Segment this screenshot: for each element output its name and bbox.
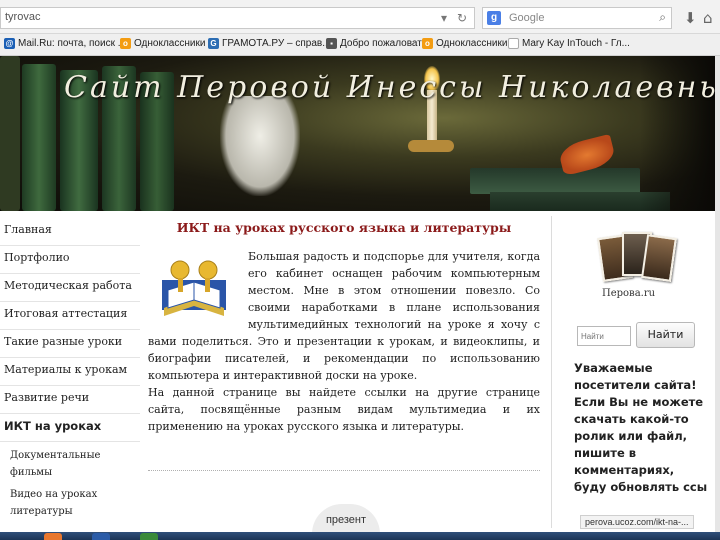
home-icon[interactable]: ⌂ bbox=[703, 9, 713, 27]
bookmark-gramota[interactable]: G ГРАМОТА.РУ – справ... bbox=[208, 38, 331, 49]
nav-item-portfolio[interactable]: Портфолио bbox=[0, 246, 140, 274]
site-search-input[interactable] bbox=[577, 326, 631, 346]
page-icon: ▪ bbox=[326, 38, 337, 49]
visitor-notice: Уважаемые посетители сайта! Если Вы не м… bbox=[574, 361, 708, 494]
bookmark-odnoklassniki[interactable]: o Одноклассники bbox=[120, 38, 205, 49]
column-divider bbox=[551, 216, 552, 528]
address-bar-url: tyrovac bbox=[5, 11, 41, 23]
nav-item-final-attestation[interactable]: Итоговая аттестация bbox=[0, 302, 140, 330]
google-icon: g bbox=[487, 11, 501, 25]
nav-item-speech-development[interactable]: Развитие речи bbox=[0, 386, 140, 414]
search-placeholder: Google bbox=[509, 12, 545, 24]
web-page: Сайт Перовой Инессы Николаевны Главная П… bbox=[0, 56, 720, 534]
bookmark-label: Одноклассники bbox=[134, 38, 206, 49]
bookmark-marykay[interactable]: Mary Kay InTouch - Гл... bbox=[508, 38, 630, 49]
bookmark-label: Mary Kay InTouch - Гл... bbox=[522, 38, 630, 49]
site-search-button[interactable]: Найти bbox=[636, 322, 695, 348]
page-icon bbox=[508, 38, 519, 49]
candlestick bbox=[408, 140, 454, 152]
firefox-icon[interactable] bbox=[44, 533, 62, 540]
writers-portraits bbox=[597, 232, 680, 294]
main-content: ИКТ на уроках русского языка и литератур… bbox=[148, 218, 540, 534]
dropdown-arrow-icon[interactable]: ▾ bbox=[441, 11, 447, 25]
app-icon[interactable] bbox=[140, 533, 158, 540]
os-taskbar bbox=[0, 532, 720, 540]
bookmark-label: Mail.Ru: почта, поиск ... bbox=[18, 38, 127, 49]
bookmark-odnoklassniki-2[interactable]: o Одноклассники bbox=[422, 38, 507, 49]
mailru-icon: @ bbox=[4, 38, 15, 49]
address-bar[interactable]: tyrovac ▾ ↻ bbox=[0, 7, 475, 29]
odnoklassniki-icon: o bbox=[120, 38, 131, 49]
left-navigation: Главная Портфолио Методическая работа Ит… bbox=[0, 218, 140, 520]
bookmark-mailru[interactable]: @ Mail.Ru: почта, поиск ... bbox=[4, 38, 126, 49]
reload-icon[interactable]: ↻ bbox=[457, 11, 467, 25]
bookmark-label: ГРАМОТА.РУ – справ... bbox=[222, 38, 331, 49]
dotted-divider bbox=[148, 470, 540, 471]
book-spine bbox=[0, 56, 20, 211]
nav-item-different-lessons[interactable]: Такие разные уроки bbox=[0, 330, 140, 358]
site-title: Сайт Перовой Инессы Николаевны bbox=[64, 70, 715, 105]
bookmarks-bar: @ Mail.Ru: почта, поиск ... o Одноклассн… bbox=[0, 34, 720, 56]
search-icon[interactable]: ⌕ bbox=[659, 10, 666, 25]
page-scrollbar[interactable] bbox=[715, 56, 720, 532]
book-stack bbox=[470, 168, 640, 194]
gramota-icon: G bbox=[208, 38, 219, 49]
presentation-button[interactable]: презент bbox=[312, 504, 380, 534]
site-domain-label: Перова.ru bbox=[602, 288, 656, 299]
nav-item-home[interactable]: Главная bbox=[0, 218, 140, 246]
odnoklassniki-icon: o bbox=[422, 38, 433, 49]
statue-figure bbox=[220, 96, 300, 196]
site-banner: Сайт Перовой Инессы Николаевны bbox=[0, 56, 715, 211]
nav-item-ikt-active[interactable]: ИКТ на уроках bbox=[0, 414, 140, 442]
download-icon[interactable]: ⬇ bbox=[684, 9, 697, 27]
book-reader-emblem-icon bbox=[162, 260, 226, 316]
search-box[interactable]: g Google ⌕ bbox=[482, 7, 672, 29]
nav-item-lesson-materials[interactable]: Материалы к урокам bbox=[0, 358, 140, 386]
page-title: ИКТ на уроках русского языка и литератур… bbox=[176, 220, 512, 235]
nav-item-methodical-work[interactable]: Методическая работа bbox=[0, 274, 140, 302]
nav-subitem-video-literature[interactable]: Видео на уроках литературы bbox=[0, 481, 100, 520]
word-icon[interactable] bbox=[92, 533, 110, 540]
bookmark-label: Добро пожаловать bbox=[340, 38, 428, 49]
browser-toolbar: tyrovac ▾ ↻ g Google ⌕ ⬇ ⌂ bbox=[0, 0, 720, 34]
portrait-photo bbox=[641, 234, 677, 282]
bookmark-label: Одноклассники bbox=[436, 38, 508, 49]
article-body: Большая радость и подспорье для учителя,… bbox=[148, 248, 540, 435]
link-status-tooltip: perova.ucoz.com/ikt-na-... bbox=[580, 515, 694, 529]
bookmark-welcome[interactable]: ▪ Добро пожаловать bbox=[326, 38, 427, 49]
book-spine bbox=[22, 64, 56, 211]
nav-subitem-documentaries[interactable]: Документальные фильмы bbox=[0, 442, 100, 481]
article-paragraph: На данной странице вы найдете ссылки на … bbox=[148, 386, 540, 433]
browser-window: tyrovac ▾ ↻ g Google ⌕ ⬇ ⌂ @ Mail.Ru: по… bbox=[0, 0, 720, 540]
